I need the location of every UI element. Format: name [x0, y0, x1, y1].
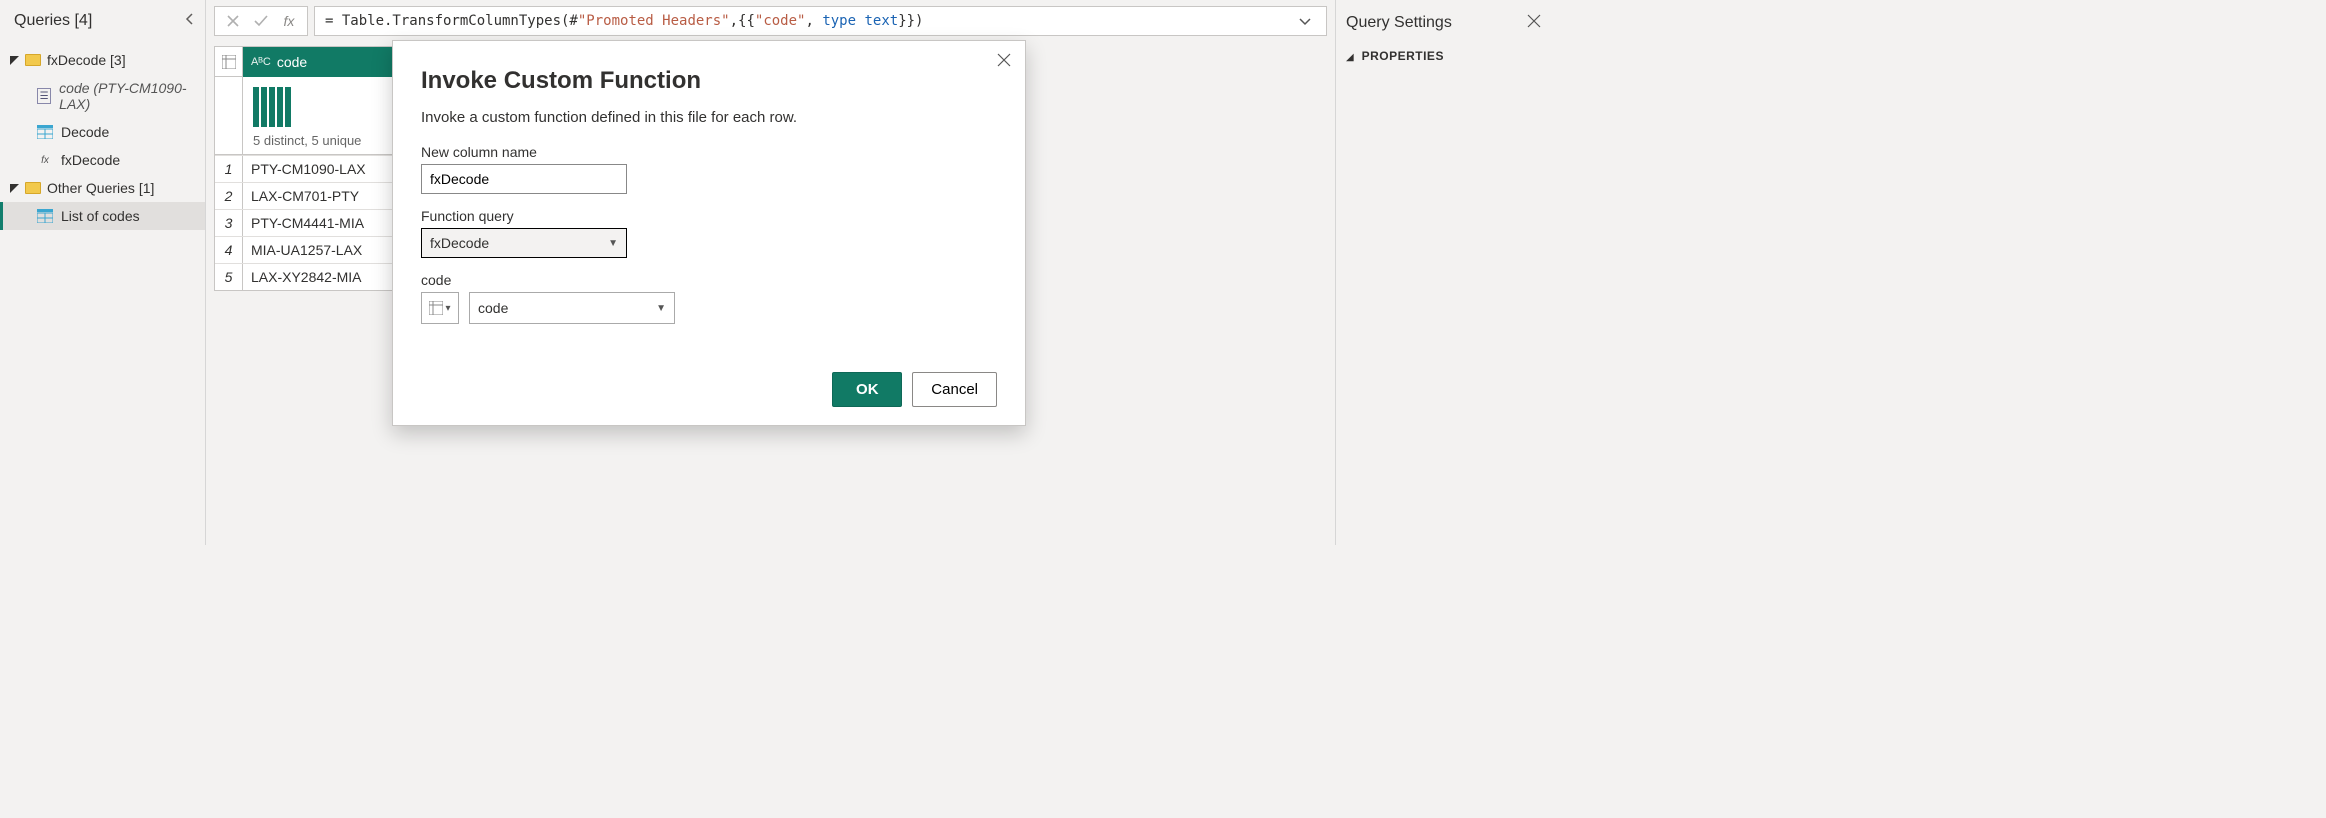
- function-query-label: Function query: [421, 208, 997, 224]
- cancel-formula-button[interactable]: [221, 7, 245, 35]
- function-icon: fx: [37, 152, 53, 168]
- queries-header: Queries [4]: [0, 0, 205, 42]
- parameter-icon: ☰: [37, 88, 51, 104]
- table-icon: [37, 124, 53, 140]
- expand-formula-button[interactable]: [1294, 16, 1316, 26]
- queries-group-other[interactable]: Other Queries [1]: [0, 174, 205, 202]
- cancel-button[interactable]: Cancel: [912, 372, 997, 407]
- formula-bar-controls: fx: [214, 6, 308, 36]
- query-item-label: List of codes: [61, 208, 140, 224]
- rownum-spacer: [215, 77, 243, 154]
- quality-bar: [261, 87, 267, 127]
- chevron-down-icon: ▼: [608, 238, 618, 249]
- folder-icon: [25, 182, 41, 194]
- param-type-select[interactable]: ▾: [421, 292, 459, 324]
- dialog-title: Invoke Custom Function: [421, 67, 997, 95]
- dialog-body: Invoke Custom Function Invoke a custom f…: [393, 41, 1025, 356]
- row-number: 4: [215, 237, 243, 263]
- formula-text: = Table.TransformColumnTypes(#: [325, 13, 578, 29]
- query-item-list-of-codes[interactable]: List of codes: [0, 202, 205, 230]
- param-column-value: code: [478, 300, 508, 316]
- formula-string: "code": [755, 13, 806, 29]
- fx-icon: fx: [277, 7, 301, 35]
- query-settings-panel: Query Settings ◢ PROPERTIES: [1335, 0, 1551, 545]
- query-item-label: Decode: [61, 124, 109, 140]
- param-chooser-row: ▾ code ▼: [421, 292, 997, 324]
- select-all-button[interactable]: [215, 47, 243, 77]
- query-item-decode[interactable]: Decode: [0, 118, 205, 146]
- query-item-fxdecode-fn[interactable]: fx fxDecode: [0, 146, 205, 174]
- ok-button[interactable]: OK: [832, 372, 902, 407]
- settings-header: Query Settings: [1346, 8, 1541, 47]
- row-number: 2: [215, 183, 243, 209]
- group-label: fxDecode [3]: [47, 52, 126, 68]
- quality-bar: [253, 87, 259, 127]
- formula-keyword: type: [822, 13, 856, 29]
- chevron-down-icon: [10, 180, 19, 196]
- quality-bar: [285, 87, 291, 127]
- chevron-down-icon: ▼: [656, 303, 666, 314]
- close-dialog-button[interactable]: [997, 51, 1011, 72]
- text-type-icon: AᴮC: [251, 56, 271, 68]
- invoke-custom-function-dialog: Invoke Custom Function Invoke a custom f…: [392, 40, 1026, 426]
- quality-bar: [277, 87, 283, 127]
- query-item-label: code (PTY-CM1090-LAX): [59, 80, 197, 112]
- queries-tree: fxDecode [3] ☰ code (PTY-CM1090-LAX) Dec…: [0, 42, 205, 234]
- formula-keyword: text: [864, 13, 898, 29]
- function-query-value: fxDecode: [430, 235, 489, 251]
- function-query-select[interactable]: fxDecode ▼: [421, 228, 627, 258]
- chevron-down-icon: [10, 52, 19, 68]
- formula-bar[interactable]: = Table.TransformColumnTypes(#"Promoted …: [314, 6, 1327, 36]
- new-column-input[interactable]: [421, 164, 627, 194]
- close-settings-button[interactable]: [1527, 12, 1541, 33]
- formula-text: [856, 13, 864, 29]
- dialog-description: Invoke a custom function defined in this…: [421, 109, 997, 126]
- table-icon: [37, 208, 53, 224]
- collapse-queries-button[interactable]: [181, 10, 199, 32]
- quality-bar: [269, 87, 275, 127]
- commit-formula-button[interactable]: [249, 7, 273, 35]
- queries-title: Queries [4]: [14, 12, 92, 30]
- formula-string: "Promoted Headers": [578, 13, 730, 29]
- param-column-select[interactable]: code ▼: [469, 292, 675, 324]
- formula-text: ,{{: [730, 13, 755, 29]
- new-column-label: New column name: [421, 144, 997, 160]
- settings-title: Query Settings: [1346, 14, 1452, 32]
- settings-section-title: PROPERTIES: [1362, 49, 1444, 63]
- formula-text: }}): [898, 13, 923, 29]
- query-item-label: fxDecode: [61, 152, 120, 168]
- chevron-down-icon: ▾: [445, 303, 450, 314]
- formula-bar-row: fx = Table.TransformColumnTypes(#"Promot…: [206, 0, 1335, 42]
- folder-icon: [25, 54, 41, 66]
- queries-group-fxdecode[interactable]: fxDecode [3]: [0, 46, 205, 74]
- dialog-buttons: OK Cancel: [393, 356, 1025, 425]
- settings-properties-section[interactable]: ◢ PROPERTIES: [1346, 47, 1541, 63]
- row-number: 5: [215, 264, 243, 290]
- row-number: 1: [215, 156, 243, 182]
- group-label: Other Queries [1]: [47, 180, 154, 196]
- queries-panel: Queries [4] fxDecode [3] ☰ code (PTY-CM1…: [0, 0, 206, 545]
- chevron-down-icon: ◢: [1346, 52, 1354, 63]
- param-label: code: [421, 272, 997, 288]
- query-item-code-param[interactable]: ☰ code (PTY-CM1090-LAX): [0, 74, 205, 118]
- row-number: 3: [215, 210, 243, 236]
- formula-text: ,: [805, 13, 822, 29]
